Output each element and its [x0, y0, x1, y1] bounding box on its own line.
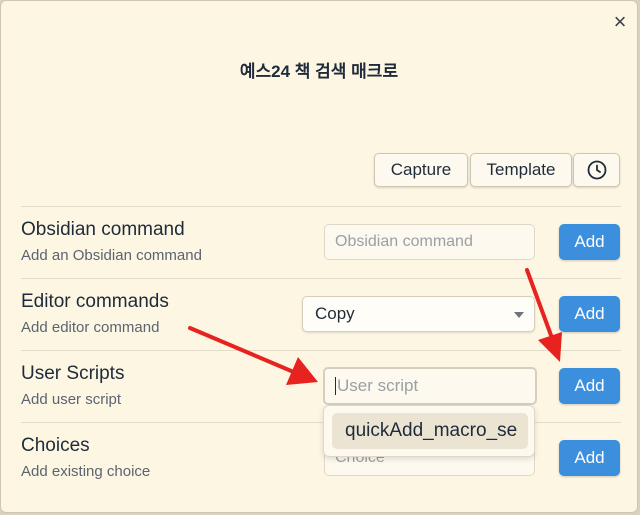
- obsidian-command-input[interactable]: Obsidian command: [324, 224, 535, 260]
- editor-commands-description: Add editor command: [21, 319, 160, 336]
- add-editor-command-button[interactable]: Add: [559, 296, 620, 332]
- choices-title: Choices: [21, 435, 90, 456]
- choices-description: Add existing choice: [21, 463, 151, 480]
- text-cursor: [335, 377, 336, 395]
- add-choice-button[interactable]: Add: [559, 440, 620, 476]
- history-button[interactable]: [573, 153, 620, 187]
- suggestion-item[interactable]: quickAdd_macro_se: [332, 413, 528, 449]
- capture-button[interactable]: Capture: [374, 153, 468, 187]
- user-scripts-description: Add user script: [21, 391, 122, 408]
- obsidian-command-description: Add an Obsidian command: [21, 247, 202, 264]
- close-icon[interactable]: ×: [607, 9, 633, 35]
- chevron-down-icon: [514, 312, 524, 318]
- modal-title: 예스24 책 검색 매크로: [239, 62, 399, 81]
- user-scripts-title: User Scripts: [21, 363, 125, 384]
- user-script-input[interactable]: User script: [323, 367, 537, 405]
- quickadd-macro-modal: × 예스24 책 검색 매크로 Capture Template Obsidia…: [0, 0, 638, 513]
- obsidian-command-title: Obsidian command: [21, 219, 185, 240]
- editor-commands-title: Editor commands: [21, 291, 169, 312]
- editor-command-select[interactable]: Copy: [302, 296, 535, 332]
- user-script-suggestions: quickAdd_macro_se: [323, 405, 535, 457]
- template-button[interactable]: Template: [470, 153, 572, 187]
- add-user-script-button[interactable]: Add: [559, 368, 620, 404]
- clock-icon: [587, 160, 606, 180]
- user-script-placeholder: User script: [337, 376, 419, 395]
- add-obsidian-command-button[interactable]: Add: [559, 224, 620, 260]
- editor-command-selected: Copy: [315, 304, 355, 323]
